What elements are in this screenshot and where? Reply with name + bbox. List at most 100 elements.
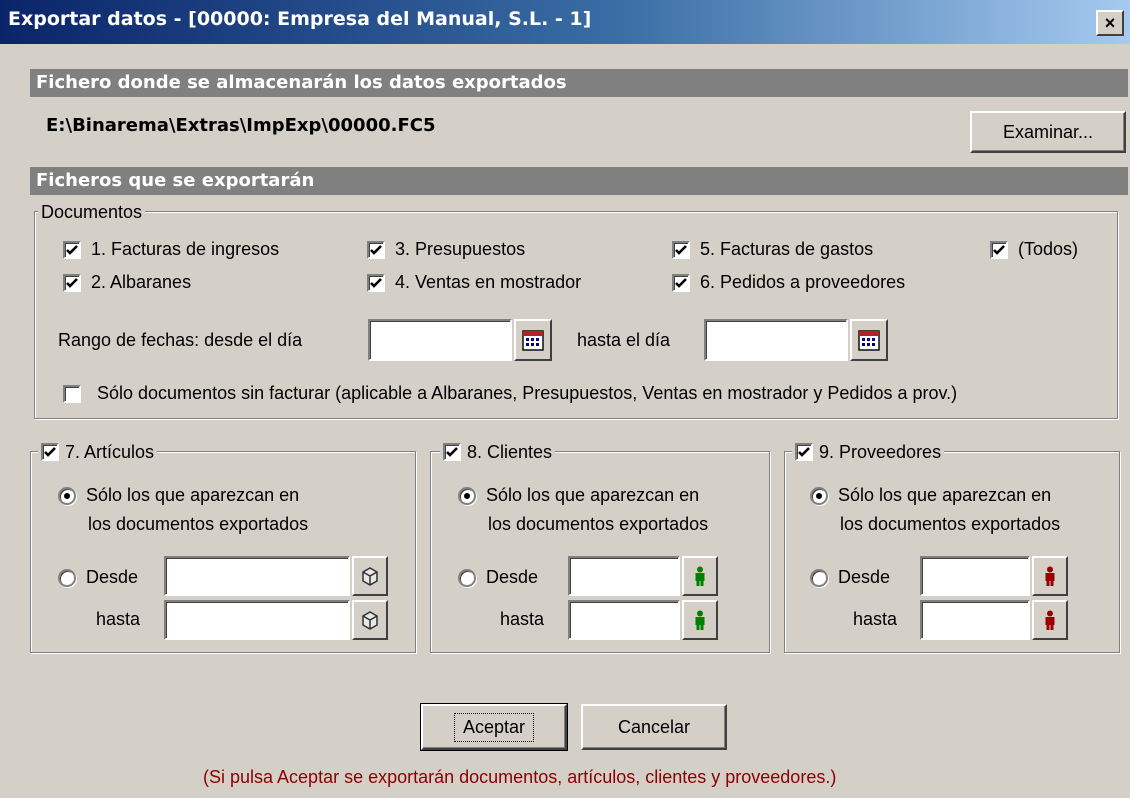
to-label: hasta [500, 609, 545, 629]
clientes-radio-range[interactable]: Desde [458, 567, 538, 588]
clientes-to-field[interactable] [568, 600, 680, 640]
cancel-button[interactable]: Cancelar [581, 704, 727, 750]
from-label: Desde [486, 567, 539, 587]
checkbox[interactable] [63, 384, 81, 403]
export-file-section-header: Fichero donde se almacenarán los datos e… [30, 69, 1128, 97]
proveedores-radio-only[interactable]: Sólo los que aparezcan en [810, 485, 1051, 506]
checkmark-icon [66, 244, 78, 255]
person-icon [695, 566, 705, 586]
doc-option-label: 4. Ventas en mostrador [395, 272, 582, 292]
radio-label-line2: los documentos exportados [488, 514, 709, 534]
browse-button[interactable]: Examinar... [970, 111, 1126, 153]
checkbox[interactable] [367, 273, 385, 292]
doc-option-facturas-gastos[interactable]: 5. Facturas de gastos [672, 239, 873, 260]
articulos-to-lookup-button[interactable] [352, 600, 388, 640]
date-to-label: hasta el día [577, 330, 671, 350]
radio-label-line2: los documentos exportados [840, 514, 1061, 534]
date-from-field[interactable] [368, 319, 512, 361]
accept-button-label: Aceptar [453, 712, 535, 742]
from-label: Desde [86, 567, 139, 587]
doc-option-facturas-ingresos[interactable]: 1. Facturas de ingresos [63, 239, 279, 260]
checkbox[interactable] [443, 443, 461, 461]
radio-button[interactable] [810, 486, 828, 505]
clientes-from-lookup-button[interactable] [682, 556, 718, 596]
clientes-group-title: 8. Clientes [467, 441, 553, 462]
date-to-calendar-button[interactable] [850, 319, 888, 361]
proveedores-to-lookup-button[interactable] [1032, 600, 1068, 640]
proveedores-to-field[interactable] [920, 600, 1030, 640]
checkbox[interactable] [990, 240, 1008, 259]
clientes-group-legend[interactable]: 8. Clientes [440, 440, 556, 464]
doc-option-label: 2. Albaranes [91, 272, 192, 292]
person-icon [1045, 610, 1055, 630]
doc-option-ventas-mostrador[interactable]: 4. Ventas en mostrador [367, 272, 581, 293]
cancel-button-label: Cancelar [617, 716, 691, 737]
doc-option-todos[interactable]: (Todos) [990, 239, 1078, 260]
doc-option-albaranes[interactable]: 2. Albaranes [63, 272, 191, 293]
proveedores-from-field[interactable] [920, 556, 1030, 596]
checkbox[interactable] [672, 273, 690, 292]
date-from-label: Rango de fechas: desde el día [58, 330, 303, 350]
checkmark-icon [66, 277, 78, 288]
checkmark-icon [446, 447, 458, 457]
proveedores-group-legend[interactable]: 9. Proveedores [792, 440, 945, 464]
doc-option-presupuestos[interactable]: 3. Presupuestos [367, 239, 525, 260]
footer-note: (Si pulsa Aceptar se exportarán document… [203, 767, 837, 787]
articulos-from-lookup-button[interactable] [352, 556, 388, 596]
person-icon [695, 610, 705, 630]
radio-button[interactable] [458, 486, 476, 505]
documents-group-label: Documentos [41, 201, 143, 222]
close-button[interactable]: × [1096, 10, 1124, 36]
files-section-header: Ficheros que se exportarán [30, 167, 1128, 195]
checkbox[interactable] [672, 240, 690, 259]
documents-group-legend: Documentos [38, 201, 146, 223]
only-unbilled-option[interactable]: Sólo documentos sin facturar (aplicable … [63, 383, 957, 404]
articulos-radio-only[interactable]: Sólo los que aparezcan en [58, 485, 299, 506]
proveedores-radio-range[interactable]: Desde [810, 567, 890, 588]
radio-button[interactable] [458, 568, 476, 587]
articulos-to-field[interactable] [164, 600, 350, 640]
calendar-icon [522, 330, 544, 351]
doc-option-pedidos-proveedores[interactable]: 6. Pedidos a proveedores [672, 272, 905, 293]
only-unbilled-label: Sólo documentos sin facturar (aplicable … [97, 383, 958, 403]
doc-option-label: (Todos) [1018, 239, 1079, 259]
radio-button[interactable] [810, 568, 828, 587]
clientes-to-lookup-button[interactable] [682, 600, 718, 640]
checkmark-icon [993, 244, 1005, 255]
articulos-group-title: 7. Artículos [65, 441, 155, 462]
articulos-radio-range[interactable]: Desde [58, 567, 138, 588]
radio-label-line1: Sólo los que aparezcan en [86, 485, 300, 505]
radio-button[interactable] [58, 568, 76, 587]
from-label: Desde [838, 567, 891, 587]
to-label: hasta [96, 609, 141, 629]
checkbox[interactable] [63, 273, 81, 292]
articulos-group-legend[interactable]: 7. Artículos [38, 440, 158, 464]
clientes-radio-only[interactable]: Sólo los que aparezcan en [458, 485, 699, 506]
radio-label-line1: Sólo los que aparezcan en [486, 485, 700, 505]
radio-button[interactable] [58, 486, 76, 505]
checkmark-icon [370, 244, 382, 255]
accept-button[interactable]: Aceptar [420, 703, 568, 751]
proveedores-group-title: 9. Proveedores [819, 441, 942, 462]
checkmark-icon [675, 277, 687, 288]
proveedores-from-lookup-button[interactable] [1032, 556, 1068, 596]
checkbox[interactable] [41, 443, 59, 461]
clientes-from-field[interactable] [568, 556, 680, 596]
date-from-calendar-button[interactable] [514, 319, 552, 361]
date-to-field[interactable] [704, 319, 848, 361]
calendar-icon [858, 330, 880, 351]
box-icon [362, 611, 378, 630]
checkmark-icon [44, 447, 56, 457]
doc-option-label: 3. Presupuestos [395, 239, 526, 259]
checkmark-icon [370, 277, 382, 288]
checkbox[interactable] [795, 443, 813, 461]
close-icon: × [1104, 13, 1116, 33]
window-title: Exportar datos - [00000: Empresa del Man… [8, 8, 592, 30]
checkbox[interactable] [367, 240, 385, 259]
radio-label-line1: Sólo los que aparezcan en [838, 485, 1052, 505]
checkmark-icon [675, 244, 687, 255]
articulos-from-field[interactable] [164, 556, 350, 596]
radio-label-line2: los documentos exportados [88, 514, 309, 534]
title-bar[interactable]: Exportar datos - [00000: Empresa del Man… [0, 0, 1130, 44]
checkbox[interactable] [63, 240, 81, 259]
